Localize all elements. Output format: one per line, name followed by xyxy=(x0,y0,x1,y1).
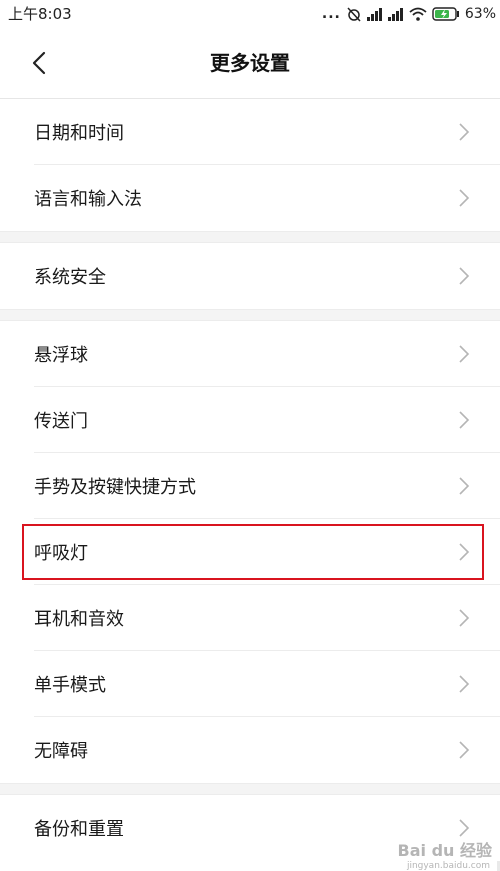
setting-date-time[interactable]: 日期和时间 xyxy=(0,99,500,165)
battery-percent: 63% xyxy=(464,6,496,22)
settings-group: 系统安全 xyxy=(0,243,500,309)
setting-gesture-shortcuts[interactable]: 手势及按键快捷方式 xyxy=(0,453,500,519)
setting-accessibility[interactable]: 无障碍 xyxy=(0,717,500,783)
setting-label: 单手模式 xyxy=(34,675,106,696)
watermark-url: jingyan.baidu.com xyxy=(406,861,490,871)
setting-label: 传送门 xyxy=(34,411,88,432)
setting-system-security[interactable]: 系统安全 xyxy=(0,243,500,309)
battery-charging-icon xyxy=(432,7,460,21)
status-bar: 上午8:03 ... 63% xyxy=(0,0,500,28)
setting-notification-light[interactable]: 呼吸灯 xyxy=(0,519,500,585)
status-time: 上午8:03 xyxy=(8,5,72,23)
setting-label: 备份和重置 xyxy=(34,819,124,840)
setting-label: 系统安全 xyxy=(34,267,106,288)
signal-strength-2-icon xyxy=(387,7,404,21)
watermark-logo: Bai du 经验 xyxy=(397,841,492,860)
setting-one-handed-mode[interactable]: 单手模式 xyxy=(0,651,500,717)
chevron-right-icon xyxy=(459,411,470,429)
setting-portal[interactable]: 传送门 xyxy=(0,387,500,453)
alarm-off-icon xyxy=(346,6,362,22)
group-separator xyxy=(0,309,500,321)
settings-group: 日期和时间 语言和输入法 xyxy=(0,99,500,231)
status-icons: ... 63% xyxy=(322,3,496,25)
setting-label: 耳机和音效 xyxy=(34,609,124,630)
chevron-right-icon xyxy=(459,189,470,207)
setting-label: 无障碍 xyxy=(34,741,88,762)
wifi-icon xyxy=(409,7,427,21)
notification-dots: ... xyxy=(321,6,341,22)
chevron-right-icon xyxy=(459,819,470,837)
setting-label: 呼吸灯 xyxy=(34,543,88,564)
setting-floating-ball[interactable]: 悬浮球 xyxy=(0,321,500,387)
chevron-right-icon xyxy=(459,267,470,285)
chevron-right-icon xyxy=(459,477,470,495)
chevron-right-icon xyxy=(459,345,470,363)
setting-language-input[interactable]: 语言和输入法 xyxy=(0,165,500,231)
group-separator xyxy=(0,231,500,243)
setting-label: 日期和时间 xyxy=(34,123,124,144)
setting-label: 手势及按键快捷方式 xyxy=(34,477,196,498)
settings-list: 日期和时间 语言和输入法 系统安全 悬浮球 传送门 手势及按键快捷方式 呼吸灯 … xyxy=(0,99,500,861)
setting-label: 语言和输入法 xyxy=(34,189,142,210)
chevron-right-icon xyxy=(459,675,470,693)
signal-strength-icon xyxy=(366,7,383,21)
chevron-right-icon xyxy=(459,609,470,627)
page-title: 更多设置 xyxy=(210,51,290,75)
chevron-right-icon xyxy=(459,123,470,141)
settings-group: 悬浮球 传送门 手势及按键快捷方式 呼吸灯 耳机和音效 单手模式 无障碍 xyxy=(0,321,500,783)
header-bar: 更多设置 xyxy=(0,28,500,99)
chevron-right-icon xyxy=(459,543,470,561)
setting-headphones-audio[interactable]: 耳机和音效 xyxy=(0,585,500,651)
group-separator xyxy=(0,783,500,795)
setting-label: 悬浮球 xyxy=(34,345,88,366)
chevron-right-icon xyxy=(459,741,470,759)
